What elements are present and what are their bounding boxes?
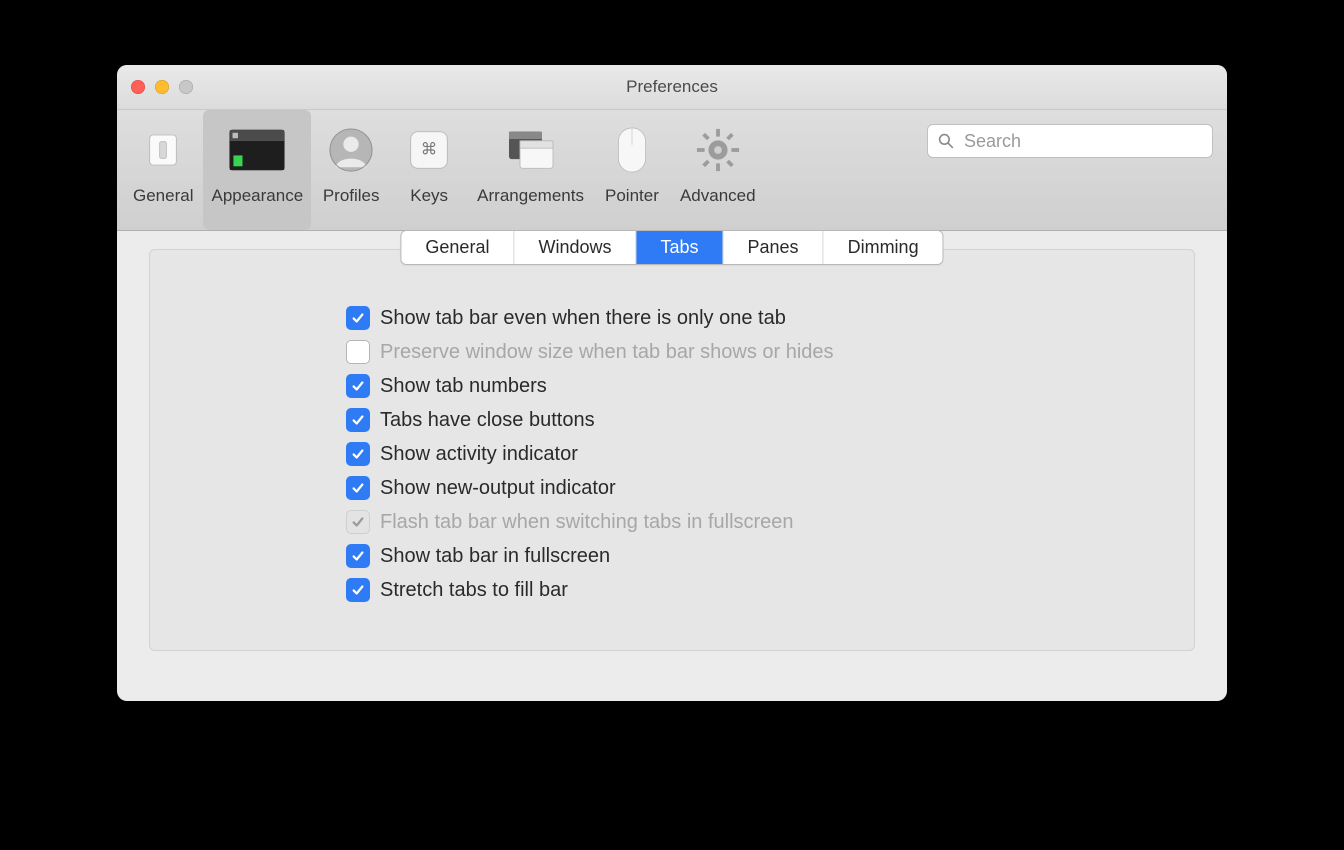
checkbox-row-tab-bar-fullscreen: Show tab bar in fullscreen [346, 544, 1178, 568]
close-button[interactable] [131, 80, 145, 94]
toolbar: General Appearance [117, 110, 1227, 231]
checkbox-tabs-close-buttons[interactable] [346, 408, 370, 432]
minimize-button[interactable] [155, 80, 169, 94]
checkbox-row-tabs-close-buttons: Tabs have close buttons [346, 408, 1178, 432]
traffic-lights [117, 80, 193, 94]
toolbar-item-keys[interactable]: ⌘ Keys [391, 110, 467, 230]
toolbar-label: Profiles [323, 186, 380, 206]
titlebar: Preferences [117, 65, 1227, 110]
toolbar-item-general[interactable]: General [125, 110, 201, 230]
checkbox-row-stretch-tabs: Stretch tabs to fill bar [346, 578, 1178, 602]
checkbox-row-show-tab-numbers: Show tab numbers [346, 374, 1178, 398]
zoom-button[interactable] [179, 80, 193, 94]
preferences-window: Preferences General [117, 65, 1227, 701]
checkbox-label: Show tab bar even when there is only one… [380, 307, 786, 330]
tab-general[interactable]: General [401, 231, 514, 264]
checkbox-show-activity[interactable] [346, 442, 370, 466]
checkbox-label: Flash tab bar when switching tabs in ful… [380, 511, 794, 534]
checkbox-label: Tabs have close buttons [380, 409, 595, 432]
appearance-icon [227, 120, 287, 180]
pointer-icon [602, 120, 662, 180]
checkbox-show-tab-bar-one-tab[interactable] [346, 306, 370, 330]
tab-windows[interactable]: Windows [514, 231, 636, 264]
keys-icon: ⌘ [399, 120, 459, 180]
checkbox-label: Stretch tabs to fill bar [380, 579, 568, 602]
checkbox-label: Show new-output indicator [380, 477, 616, 500]
toolbar-item-arrangements[interactable]: Arrangements [469, 110, 592, 230]
checkbox-row-show-activity: Show activity indicator [346, 442, 1178, 466]
toolbar-item-appearance[interactable]: Appearance [203, 110, 311, 230]
checkbox-row-show-tab-bar-one-tab: Show tab bar even when there is only one… [346, 306, 1178, 330]
general-icon [133, 120, 193, 180]
checkbox-row-preserve-window-size: Preserve window size when tab bar shows … [346, 340, 1178, 364]
content-area: General Windows Tabs Panes Dimming Show … [117, 231, 1227, 675]
checkbox-row-flash-tab-bar: Flash tab bar when switching tabs in ful… [346, 510, 1178, 534]
toolbar-label: Arrangements [477, 186, 584, 206]
window-title: Preferences [117, 77, 1227, 97]
checkbox-preserve-window-size [346, 340, 370, 364]
toolbar-label: Pointer [605, 186, 659, 206]
search-field[interactable] [927, 124, 1213, 158]
toolbar-item-pointer[interactable]: Pointer [594, 110, 670, 230]
settings-panel: General Windows Tabs Panes Dimming Show … [149, 249, 1195, 651]
tab-panes[interactable]: Panes [724, 231, 824, 264]
checkbox-flash-tab-bar [346, 510, 370, 534]
toolbar-label: Advanced [680, 186, 756, 206]
checkbox-stretch-tabs[interactable] [346, 578, 370, 602]
checkbox-show-new-output[interactable] [346, 476, 370, 500]
checkbox-tab-bar-fullscreen[interactable] [346, 544, 370, 568]
segmented-tabs: General Windows Tabs Panes Dimming [400, 230, 943, 265]
checkbox-label: Show tab bar in fullscreen [380, 545, 610, 568]
arrangements-icon [501, 120, 561, 180]
toolbar-label: Keys [410, 186, 448, 206]
toolbar-label: General [133, 186, 193, 206]
gear-icon [688, 120, 748, 180]
toolbar-label: Appearance [211, 186, 303, 206]
checkbox-label: Show tab numbers [380, 375, 547, 398]
checkbox-row-show-new-output: Show new-output indicator [346, 476, 1178, 500]
checkbox-label: Show activity indicator [380, 443, 578, 466]
checkbox-show-tab-numbers[interactable] [346, 374, 370, 398]
svg-text:⌘: ⌘ [421, 140, 438, 159]
toolbar-item-profiles[interactable]: Profiles [313, 110, 389, 230]
search-input[interactable] [962, 130, 1202, 153]
tab-tabs[interactable]: Tabs [636, 231, 723, 264]
toolbar-item-advanced[interactable]: Advanced [672, 110, 764, 230]
tab-dimming[interactable]: Dimming [824, 231, 943, 264]
checkbox-label: Preserve window size when tab bar shows … [380, 341, 834, 364]
search-icon [938, 133, 954, 149]
checkbox-list: Show tab bar even when there is only one… [150, 250, 1194, 626]
profiles-icon [321, 120, 381, 180]
